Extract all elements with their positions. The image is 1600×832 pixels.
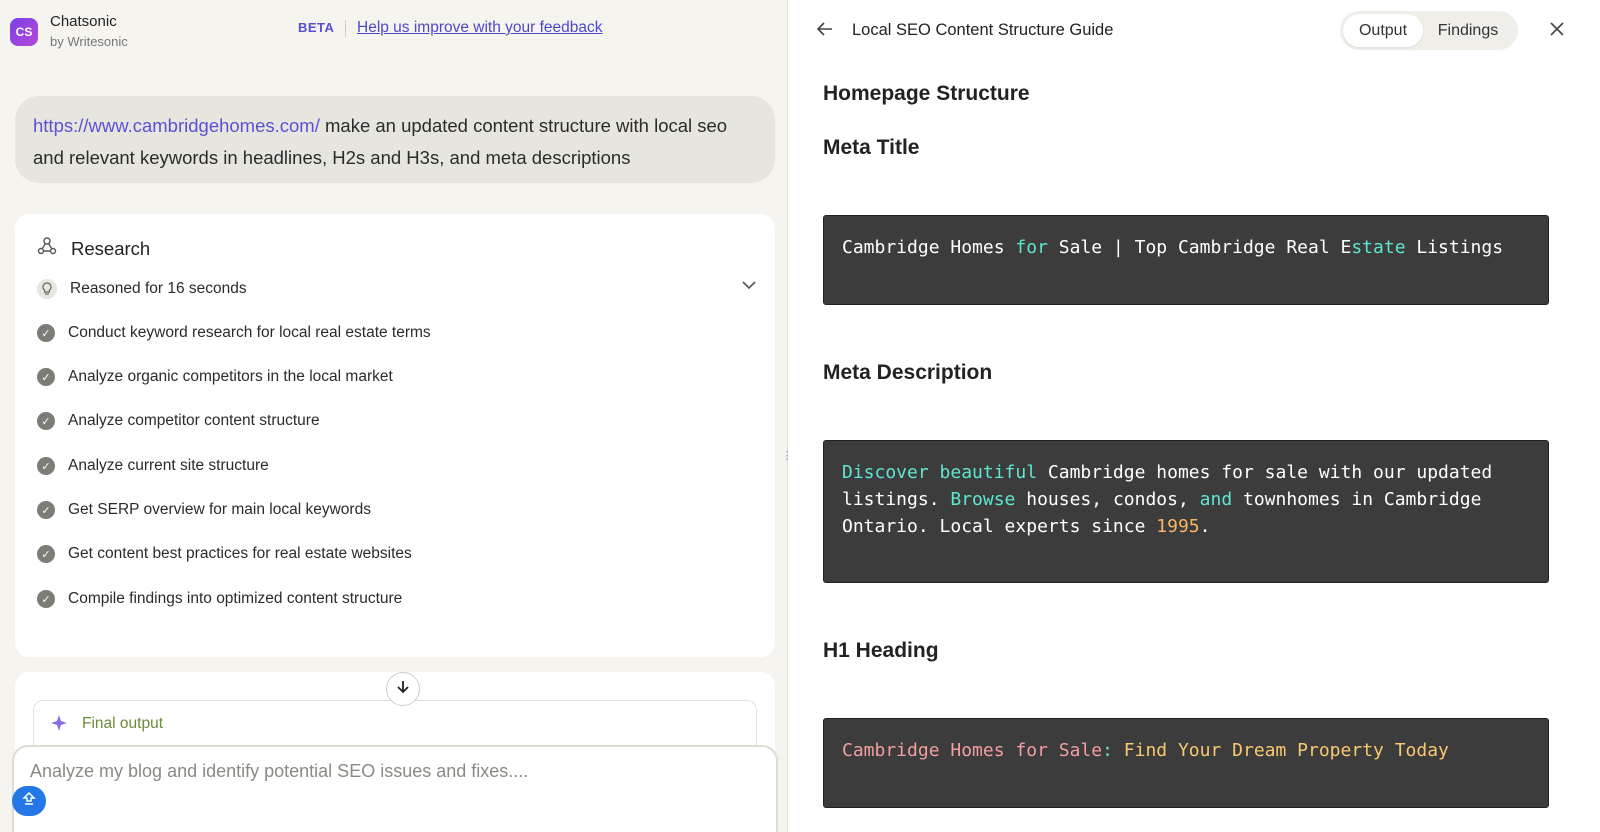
- research-header: Research: [37, 236, 150, 261]
- feedback-link[interactable]: Help us improve with your feedback: [357, 19, 603, 37]
- code-text: .: [1199, 516, 1211, 537]
- check-icon: ✓: [37, 501, 55, 519]
- output-panel: Local SEO Content Structure Guide Output…: [788, 0, 1600, 832]
- chevron-down-icon[interactable]: [741, 277, 757, 298]
- step-label: Get SERP overview for main local keyword…: [68, 501, 371, 518]
- code-string: Cambridge Homes for Sale: [842, 740, 1103, 761]
- meta-title-code: Cambridge Homes for Sale | Top Cambridge…: [823, 215, 1549, 305]
- code-keyword: for: [1015, 237, 1048, 258]
- check-icon: ✓: [37, 457, 55, 475]
- code-text: houses, condos,: [1015, 489, 1200, 510]
- check-icon: ✓: [37, 412, 55, 430]
- code-number: 1995: [1156, 516, 1200, 537]
- reasoning-label: Reasoned for 16 seconds: [70, 280, 247, 297]
- header-divider: [345, 20, 346, 37]
- check-icon: ✓: [37, 590, 55, 608]
- reasoning-toggle[interactable]: Reasoned for 16 seconds: [37, 279, 757, 299]
- research-step: ✓ Analyze competitor content structure: [37, 412, 757, 430]
- code-text: Listings: [1405, 237, 1504, 258]
- step-label: Get content best practices for real esta…: [68, 545, 412, 562]
- panel-title: Local SEO Content Structure Guide: [852, 21, 1114, 39]
- brand-text: Chatsonic by Writesonic: [50, 13, 128, 51]
- tab-findings[interactable]: Findings: [1423, 14, 1513, 47]
- meta-description-heading: Meta Description: [823, 361, 993, 384]
- code-keyword: Browse: [950, 489, 1016, 510]
- research-title: Research: [71, 237, 151, 259]
- upload-icon: [21, 791, 37, 812]
- arrow-down-icon: [395, 679, 411, 700]
- research-step: ✓ Get content best practices for real es…: [37, 545, 757, 563]
- beta-badge: BETA: [298, 20, 335, 35]
- close-icon[interactable]: [1548, 20, 1566, 43]
- lightbulb-icon: [37, 279, 57, 299]
- check-icon: ✓: [37, 368, 55, 386]
- code-keyword: and: [1199, 489, 1233, 510]
- code-string: Find Your Dream Property Today: [1123, 740, 1449, 761]
- research-step: ✓ Conduct keyword research for local rea…: [37, 324, 757, 342]
- code-text: Sale | Top Cambridge Real E: [1047, 237, 1352, 258]
- view-toggle: Output Findings: [1340, 11, 1518, 50]
- check-icon: ✓: [37, 545, 55, 563]
- step-label: Compile findings into optimized content …: [68, 590, 403, 607]
- step-label: Conduct keyword research for local real …: [68, 324, 431, 341]
- research-step: ✓ Analyze current site structure: [37, 457, 757, 475]
- h1-code: Cambridge Homes for Sale: Find Your Drea…: [823, 718, 1549, 808]
- research-step: ✓ Get SERP overview for main local keywo…: [37, 501, 757, 519]
- composer-input[interactable]: [30, 761, 750, 782]
- final-output-label: Final output: [82, 715, 163, 732]
- brand[interactable]: CS Chatsonic by Writesonic: [10, 13, 128, 51]
- meta-description-code: Discover beautiful Cambridge homes for s…: [823, 440, 1549, 583]
- brand-name: Chatsonic: [50, 13, 117, 30]
- research-step: ✓ Analyze organic competitors in the loc…: [37, 368, 757, 386]
- prompt-url-link[interactable]: https://www.cambridgehomes.com/: [33, 115, 320, 136]
- code-punct: :: [1102, 740, 1124, 761]
- scroll-down-button[interactable]: [386, 672, 420, 706]
- back-arrow-icon[interactable]: [816, 20, 834, 43]
- step-label: Analyze current site structure: [68, 457, 269, 474]
- upload-button[interactable]: [12, 786, 46, 816]
- code-keyword: Discover beautiful: [842, 462, 1038, 483]
- code-text: Cambridge Homes: [842, 237, 1016, 258]
- brand-subtitle: by Writesonic: [50, 34, 128, 49]
- user-prompt-bubble: https://www.cambridgehomes.com/ make an …: [15, 96, 775, 183]
- research-step: ✓ Compile findings into optimized conten…: [37, 590, 757, 608]
- sparkle-icon: [50, 714, 68, 737]
- step-label: Analyze organic competitors in the local…: [68, 368, 393, 385]
- section-title: Homepage Structure: [823, 82, 1030, 105]
- tab-output[interactable]: Output: [1343, 14, 1423, 47]
- step-label: Analyze competitor content structure: [68, 412, 320, 429]
- code-keyword: state: [1351, 237, 1406, 258]
- h1-heading-label: H1 Heading: [823, 639, 939, 662]
- brand-logo: CS: [10, 18, 38, 46]
- check-icon: ✓: [37, 324, 55, 342]
- research-card: Research Reasoned for 16 seconds ✓ Condu…: [15, 214, 775, 657]
- chat-pane: CS Chatsonic by Writesonic BETA Help us …: [0, 0, 787, 832]
- meta-title-heading: Meta Title: [823, 136, 920, 159]
- composer: [12, 745, 778, 832]
- research-icon: [37, 236, 57, 261]
